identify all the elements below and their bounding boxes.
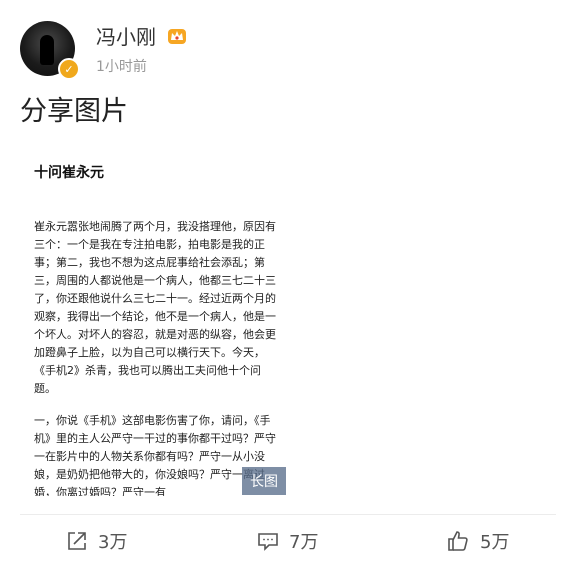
crown-icon[interactable]: [167, 26, 187, 46]
post-image[interactable]: 十问崔永元 崔永元嚣张地闹腾了两个月，我没搭理他，原因有三个：一个是我在专注拍电…: [22, 148, 284, 496]
post-text: 分享图片: [20, 96, 128, 127]
post-header: ✓ 冯小刚 1小时前: [20, 20, 560, 80]
action-bar: 3万 7万 5万: [0, 515, 576, 566]
comment-button[interactable]: 7万: [257, 528, 318, 554]
comment-count: 7万: [289, 532, 319, 553]
avatar-figure: [40, 35, 54, 65]
like-button[interactable]: 5万: [446, 528, 509, 554]
like-count: 5万: [480, 532, 510, 553]
post-time: 1小时前: [96, 59, 147, 75]
author-name[interactable]: 冯小刚: [96, 24, 156, 50]
share-button[interactable]: 3万: [66, 528, 127, 554]
verified-icon: ✓: [58, 58, 80, 80]
image-doc-title: 十问崔永元: [34, 165, 104, 181]
share-icon: [68, 532, 86, 550]
share-count: 3万: [98, 532, 128, 553]
thumbs-up-icon: [448, 531, 468, 551]
image-paragraph-1: 崔永元嚣张地闹腾了两个月，我没搭理他，原因有三个：一个是我在专注拍电影，拍电影是…: [34, 220, 276, 395]
long-image-badge: 长图: [242, 467, 286, 495]
comment-icon: [258, 533, 278, 551]
